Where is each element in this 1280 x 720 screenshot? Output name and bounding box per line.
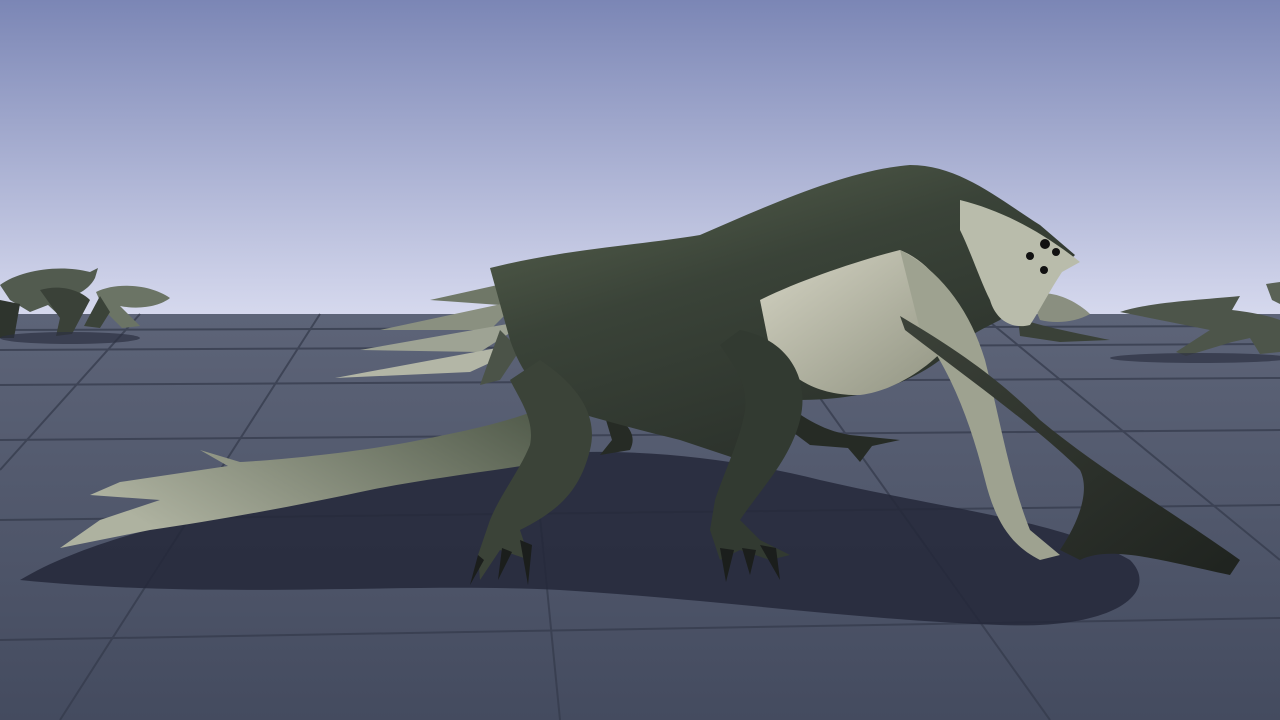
scene-render[interactable] <box>0 0 1280 720</box>
game-viewport[interactable] <box>0 0 1280 720</box>
